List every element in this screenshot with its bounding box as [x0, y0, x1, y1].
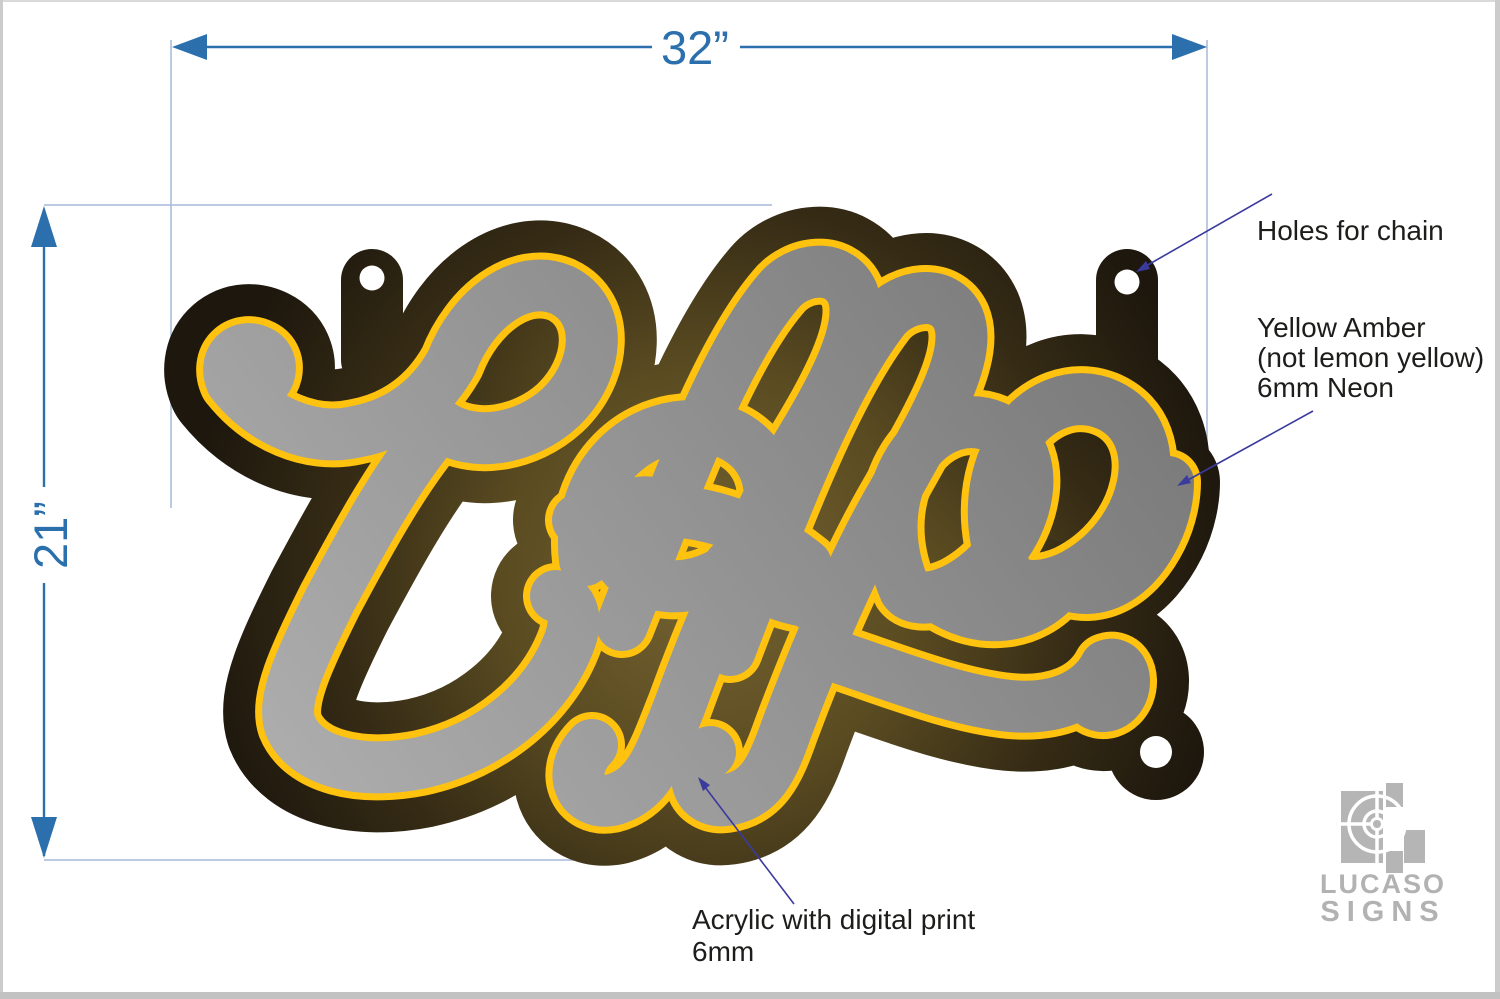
- arrowhead-left-icon: [172, 34, 207, 60]
- logo-line-signs: SIGNS: [1316, 898, 1450, 927]
- arrowhead-up-icon: [31, 206, 57, 247]
- leader-holes-for-chain: [1146, 194, 1272, 266]
- lucaso-logo-wordmark: LUCASO SIGNS: [1316, 871, 1450, 927]
- annotation-holes-for-chain: Holes for chain: [1257, 216, 1444, 246]
- page-border-bottom: [0, 992, 1500, 999]
- chain-hole-top-right: [1115, 270, 1140, 295]
- arrowhead-down-icon: [31, 817, 57, 858]
- annotation-acrylic-line1: Acrylic with digital print: [692, 904, 975, 936]
- width-dimension-label: 32”: [635, 20, 755, 75]
- page-border-right: [1495, 0, 1500, 999]
- page-border-left: [0, 0, 3, 999]
- height-dimension-label: 21”: [23, 479, 69, 591]
- chain-hole-bottom-right: [1140, 736, 1172, 768]
- annotation-neon-line1: Yellow Amber: [1257, 313, 1484, 343]
- technical-drawing: [0, 0, 1500, 999]
- coffee-sign: [229, 249, 1204, 814]
- annotation-acrylic-line2: 6mm: [692, 936, 975, 968]
- annotation-acrylic-spec: Acrylic with digital print 6mm: [692, 904, 975, 968]
- sign-proof-page: 32” 21” Holes for chain Yellow Amber (no…: [0, 0, 1500, 999]
- arrowhead-right-icon: [1172, 34, 1207, 60]
- chain-hole-top-left: [360, 266, 385, 291]
- lucaso-logo-icon: [1336, 780, 1428, 876]
- logo-line-lucaso: LUCASO: [1316, 871, 1450, 898]
- annotation-neon-line3: 6mm Neon: [1257, 373, 1484, 403]
- annotation-neon-line2: (not lemon yellow): [1257, 343, 1484, 373]
- page-border-top: [0, 0, 1500, 2]
- annotation-neon-spec: Yellow Amber (not lemon yellow) 6mm Neon: [1257, 313, 1484, 403]
